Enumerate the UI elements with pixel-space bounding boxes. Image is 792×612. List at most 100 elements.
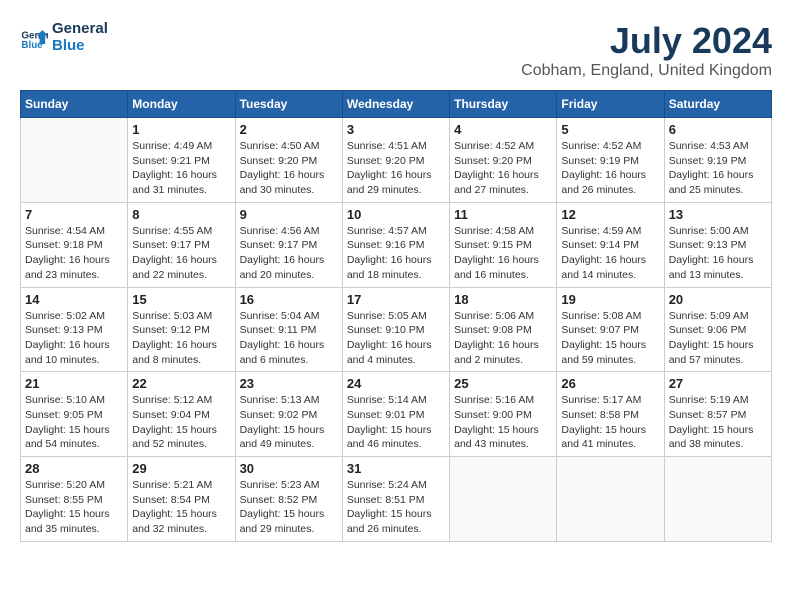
day-number: 21 (25, 376, 123, 391)
day-header-thursday: Thursday (450, 91, 557, 118)
day-header-friday: Friday (557, 91, 664, 118)
calendar-cell: 1 Sunrise: 4:49 AMSunset: 9:21 PMDaylight… (128, 118, 235, 203)
day-info: Sunrise: 4:55 AMSunset: 9:17 PMDaylight:… (132, 224, 230, 283)
logo-blue: Blue (52, 37, 108, 54)
day-header-wednesday: Wednesday (342, 91, 449, 118)
day-header-tuesday: Tuesday (235, 91, 342, 118)
day-number: 18 (454, 292, 552, 307)
logo: General Blue General Blue (20, 20, 108, 54)
calendar-cell: 30 Sunrise: 5:23 AMSunset: 8:52 PMDayligh… (235, 457, 342, 542)
day-info: Sunrise: 5:16 AMSunset: 9:00 PMDaylight:… (454, 393, 552, 452)
day-number: 1 (132, 122, 230, 137)
day-number: 12 (561, 207, 659, 222)
day-info: Sunrise: 5:14 AMSunset: 9:01 PMDaylight:… (347, 393, 445, 452)
calendar-cell: 12 Sunrise: 4:59 AMSunset: 9:14 PMDayligh… (557, 202, 664, 287)
day-info: Sunrise: 5:21 AMSunset: 8:54 PMDaylight:… (132, 478, 230, 537)
calendar-cell: 25 Sunrise: 5:16 AMSunset: 9:00 PMDayligh… (450, 372, 557, 457)
calendar-cell: 17 Sunrise: 5:05 AMSunset: 9:10 PMDayligh… (342, 287, 449, 372)
day-info: Sunrise: 5:08 AMSunset: 9:07 PMDaylight:… (561, 309, 659, 368)
day-number: 26 (561, 376, 659, 391)
day-number: 2 (240, 122, 338, 137)
calendar-cell (557, 457, 664, 542)
day-header-sunday: Sunday (21, 91, 128, 118)
calendar-cell: 22 Sunrise: 5:12 AMSunset: 9:04 PMDayligh… (128, 372, 235, 457)
calendar-cell: 26 Sunrise: 5:17 AMSunset: 8:58 PMDayligh… (557, 372, 664, 457)
day-info: Sunrise: 4:49 AMSunset: 9:21 PMDaylight:… (132, 139, 230, 198)
calendar-cell: 20Sunrise: 5:09 AMSunset: 9:06 PMDayligh… (664, 287, 771, 372)
day-info: Sunrise: 4:57 AMSunset: 9:16 PMDaylight:… (347, 224, 445, 283)
day-info: Sunrise: 5:13 AMSunset: 9:02 PMDaylight:… (240, 393, 338, 452)
day-info: Sunrise: 5:10 AMSunset: 9:05 PMDaylight:… (25, 393, 123, 452)
day-info: Sunrise: 5:00 AMSunset: 9:13 PMDaylight:… (669, 224, 767, 283)
calendar-cell: 2 Sunrise: 4:50 AMSunset: 9:20 PMDaylight… (235, 118, 342, 203)
day-info: Sunrise: 5:05 AMSunset: 9:10 PMDaylight:… (347, 309, 445, 368)
calendar-cell: 19 Sunrise: 5:08 AMSunset: 9:07 PMDayligh… (557, 287, 664, 372)
day-number: 19 (561, 292, 659, 307)
calendar-cell: 15Sunrise: 5:03 AMSunset: 9:12 PMDayligh… (128, 287, 235, 372)
calendar-cell: 13 Sunrise: 5:00 AMSunset: 9:13 PMDayligh… (664, 202, 771, 287)
day-number: 4 (454, 122, 552, 137)
page-header: General Blue General Blue July 2024 Cobh… (20, 20, 772, 80)
calendar-cell: 28 Sunrise: 5:20 AMSunset: 8:55 PMDayligh… (21, 457, 128, 542)
day-number: 16 (240, 292, 338, 307)
calendar-cell: 29 Sunrise: 5:21 AMSunset: 8:54 PMDayligh… (128, 457, 235, 542)
day-info: Sunrise: 4:52 AMSunset: 9:19 PMDaylight:… (561, 139, 659, 198)
day-info: Sunrise: 4:52 AMSunset: 9:20 PMDaylight:… (454, 139, 552, 198)
day-number: 29 (132, 461, 230, 476)
day-number: 15 (132, 292, 230, 307)
calendar-cell: 23Sunrise: 5:13 AMSunset: 9:02 PMDayligh… (235, 372, 342, 457)
day-number: 17 (347, 292, 445, 307)
calendar-cell: 8 Sunrise: 4:55 AMSunset: 9:17 PMDaylight… (128, 202, 235, 287)
calendar-cell: 11Sunrise: 4:58 AMSunset: 9:15 PMDayligh… (450, 202, 557, 287)
day-info: Sunrise: 4:50 AMSunset: 9:20 PMDaylight:… (240, 139, 338, 198)
day-info: Sunrise: 4:56 AMSunset: 9:17 PMDaylight:… (240, 224, 338, 283)
day-number: 27 (669, 376, 767, 391)
location-title: Cobham, England, United Kingdom (521, 62, 772, 80)
day-info: Sunrise: 5:23 AMSunset: 8:52 PMDaylight:… (240, 478, 338, 537)
calendar-cell (450, 457, 557, 542)
month-title: July 2024 (521, 20, 772, 62)
day-info: Sunrise: 5:12 AMSunset: 9:04 PMDaylight:… (132, 393, 230, 452)
calendar-cell: 14 Sunrise: 5:02 AMSunset: 9:13 PMDayligh… (21, 287, 128, 372)
day-number: 9 (240, 207, 338, 222)
day-number: 24 (347, 376, 445, 391)
calendar-cell: 6Sunrise: 4:53 AMSunset: 9:19 PMDaylight… (664, 118, 771, 203)
day-number: 25 (454, 376, 552, 391)
day-number: 8 (132, 207, 230, 222)
day-info: Sunrise: 5:17 AMSunset: 8:58 PMDaylight:… (561, 393, 659, 452)
day-number: 3 (347, 122, 445, 137)
day-number: 14 (25, 292, 123, 307)
day-header-monday: Monday (128, 91, 235, 118)
day-info: Sunrise: 5:02 AMSunset: 9:13 PMDaylight:… (25, 309, 123, 368)
calendar-cell (21, 118, 128, 203)
day-number: 7 (25, 207, 123, 222)
day-number: 28 (25, 461, 123, 476)
day-number: 13 (669, 207, 767, 222)
day-info: Sunrise: 4:59 AMSunset: 9:14 PMDaylight:… (561, 224, 659, 283)
day-info: Sunrise: 5:20 AMSunset: 8:55 PMDaylight:… (25, 478, 123, 537)
day-number: 22 (132, 376, 230, 391)
calendar-cell: 10Sunrise: 4:57 AMSunset: 9:16 PMDayligh… (342, 202, 449, 287)
day-info: Sunrise: 5:09 AMSunset: 9:06 PMDaylight:… (669, 309, 767, 368)
day-info: Sunrise: 4:51 AMSunset: 9:20 PMDaylight:… (347, 139, 445, 198)
day-number: 11 (454, 207, 552, 222)
calendar-cell: 4 Sunrise: 4:52 AMSunset: 9:20 PMDaylight… (450, 118, 557, 203)
calendar-cell: 18 Sunrise: 5:06 AMSunset: 9:08 PMDayligh… (450, 287, 557, 372)
calendar-cell: 24 Sunrise: 5:14 AMSunset: 9:01 PMDayligh… (342, 372, 449, 457)
day-number: 30 (240, 461, 338, 476)
day-info: Sunrise: 5:06 AMSunset: 9:08 PMDaylight:… (454, 309, 552, 368)
day-header-saturday: Saturday (664, 91, 771, 118)
day-info: Sunrise: 5:04 AMSunset: 9:11 PMDaylight:… (240, 309, 338, 368)
title-section: July 2024 Cobham, England, United Kingdo… (521, 20, 772, 80)
calendar-cell: 31Sunrise: 5:24 AMSunset: 8:51 PMDayligh… (342, 457, 449, 542)
calendar-cell: 7 Sunrise: 4:54 AMSunset: 9:18 PMDaylight… (21, 202, 128, 287)
calendar-cell: 9 Sunrise: 4:56 AMSunset: 9:17 PMDaylight… (235, 202, 342, 287)
calendar-cell: 5Sunrise: 4:52 AMSunset: 9:19 PMDaylight… (557, 118, 664, 203)
day-info: Sunrise: 5:19 AMSunset: 8:57 PMDaylight:… (669, 393, 767, 452)
logo-general: General (52, 20, 108, 37)
calendar-cell: 3 Sunrise: 4:51 AMSunset: 9:20 PMDaylight… (342, 118, 449, 203)
calendar-cell: 16 Sunrise: 5:04 AMSunset: 9:11 PMDayligh… (235, 287, 342, 372)
calendar-table: SundayMondayTuesdayWednesdayThursdayFrid… (20, 90, 772, 542)
day-number: 6 (669, 122, 767, 137)
day-info: Sunrise: 4:54 AMSunset: 9:18 PMDaylight:… (25, 224, 123, 283)
